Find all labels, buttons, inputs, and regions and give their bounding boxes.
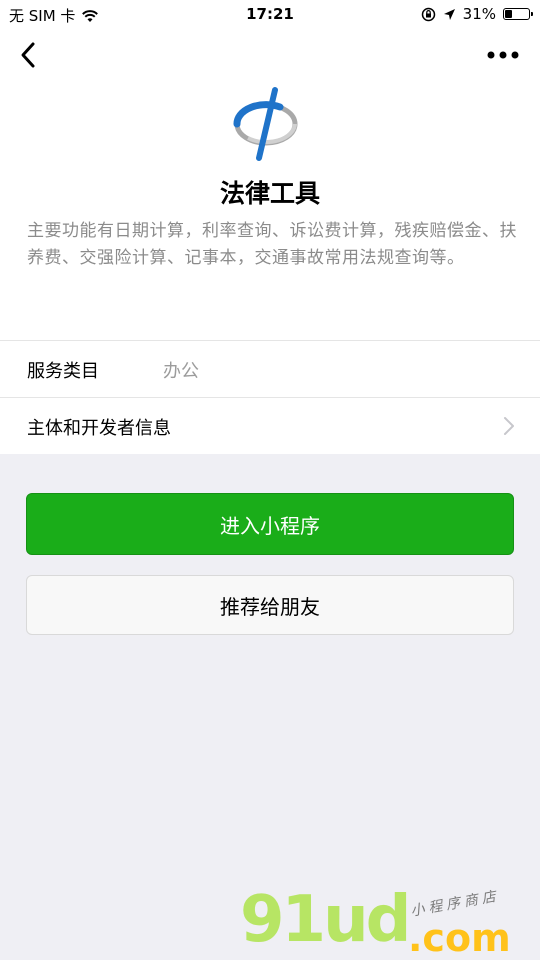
status-right: 31%	[421, 5, 533, 23]
service-category-label: 服务类目	[27, 361, 99, 382]
location-arrow-icon	[443, 8, 455, 20]
battery-icon	[503, 8, 533, 20]
developer-info-row[interactable]: 主体和开发者信息	[0, 397, 540, 454]
more-options-icon[interactable]	[486, 42, 520, 68]
watermark: 91ud .com 小程序商店	[240, 885, 540, 960]
battery-fill	[505, 10, 512, 18]
service-category-value: 办公	[163, 361, 199, 382]
app-title: 法律工具	[219, 179, 320, 208]
watermark-suffix: .com	[408, 916, 511, 960]
battery-percent: 31%	[462, 5, 496, 23]
recommend-to-friend-button[interactable]: 推荐给朋友	[26, 575, 514, 635]
chevron-right-icon	[504, 417, 514, 435]
rotation-lock-icon	[421, 7, 435, 21]
app-logo-icon	[233, 87, 298, 161]
developer-info-label: 主体和开发者信息	[27, 418, 171, 439]
watermark-brand: 91ud	[240, 883, 411, 957]
enter-mini-program-button[interactable]: 进入小程序	[26, 493, 514, 555]
status-bar: 无 SIM 卡 17:21 31%	[0, 0, 540, 30]
app-description: 主要功能有日期计算，利率查询、诉讼费计算，残疾赔偿金、扶养费、交强险计算、记事本…	[27, 221, 517, 268]
service-category-row: 服务类目 办公	[0, 340, 540, 397]
back-arrow-icon[interactable]	[14, 38, 48, 72]
navigation-bar	[0, 30, 540, 82]
